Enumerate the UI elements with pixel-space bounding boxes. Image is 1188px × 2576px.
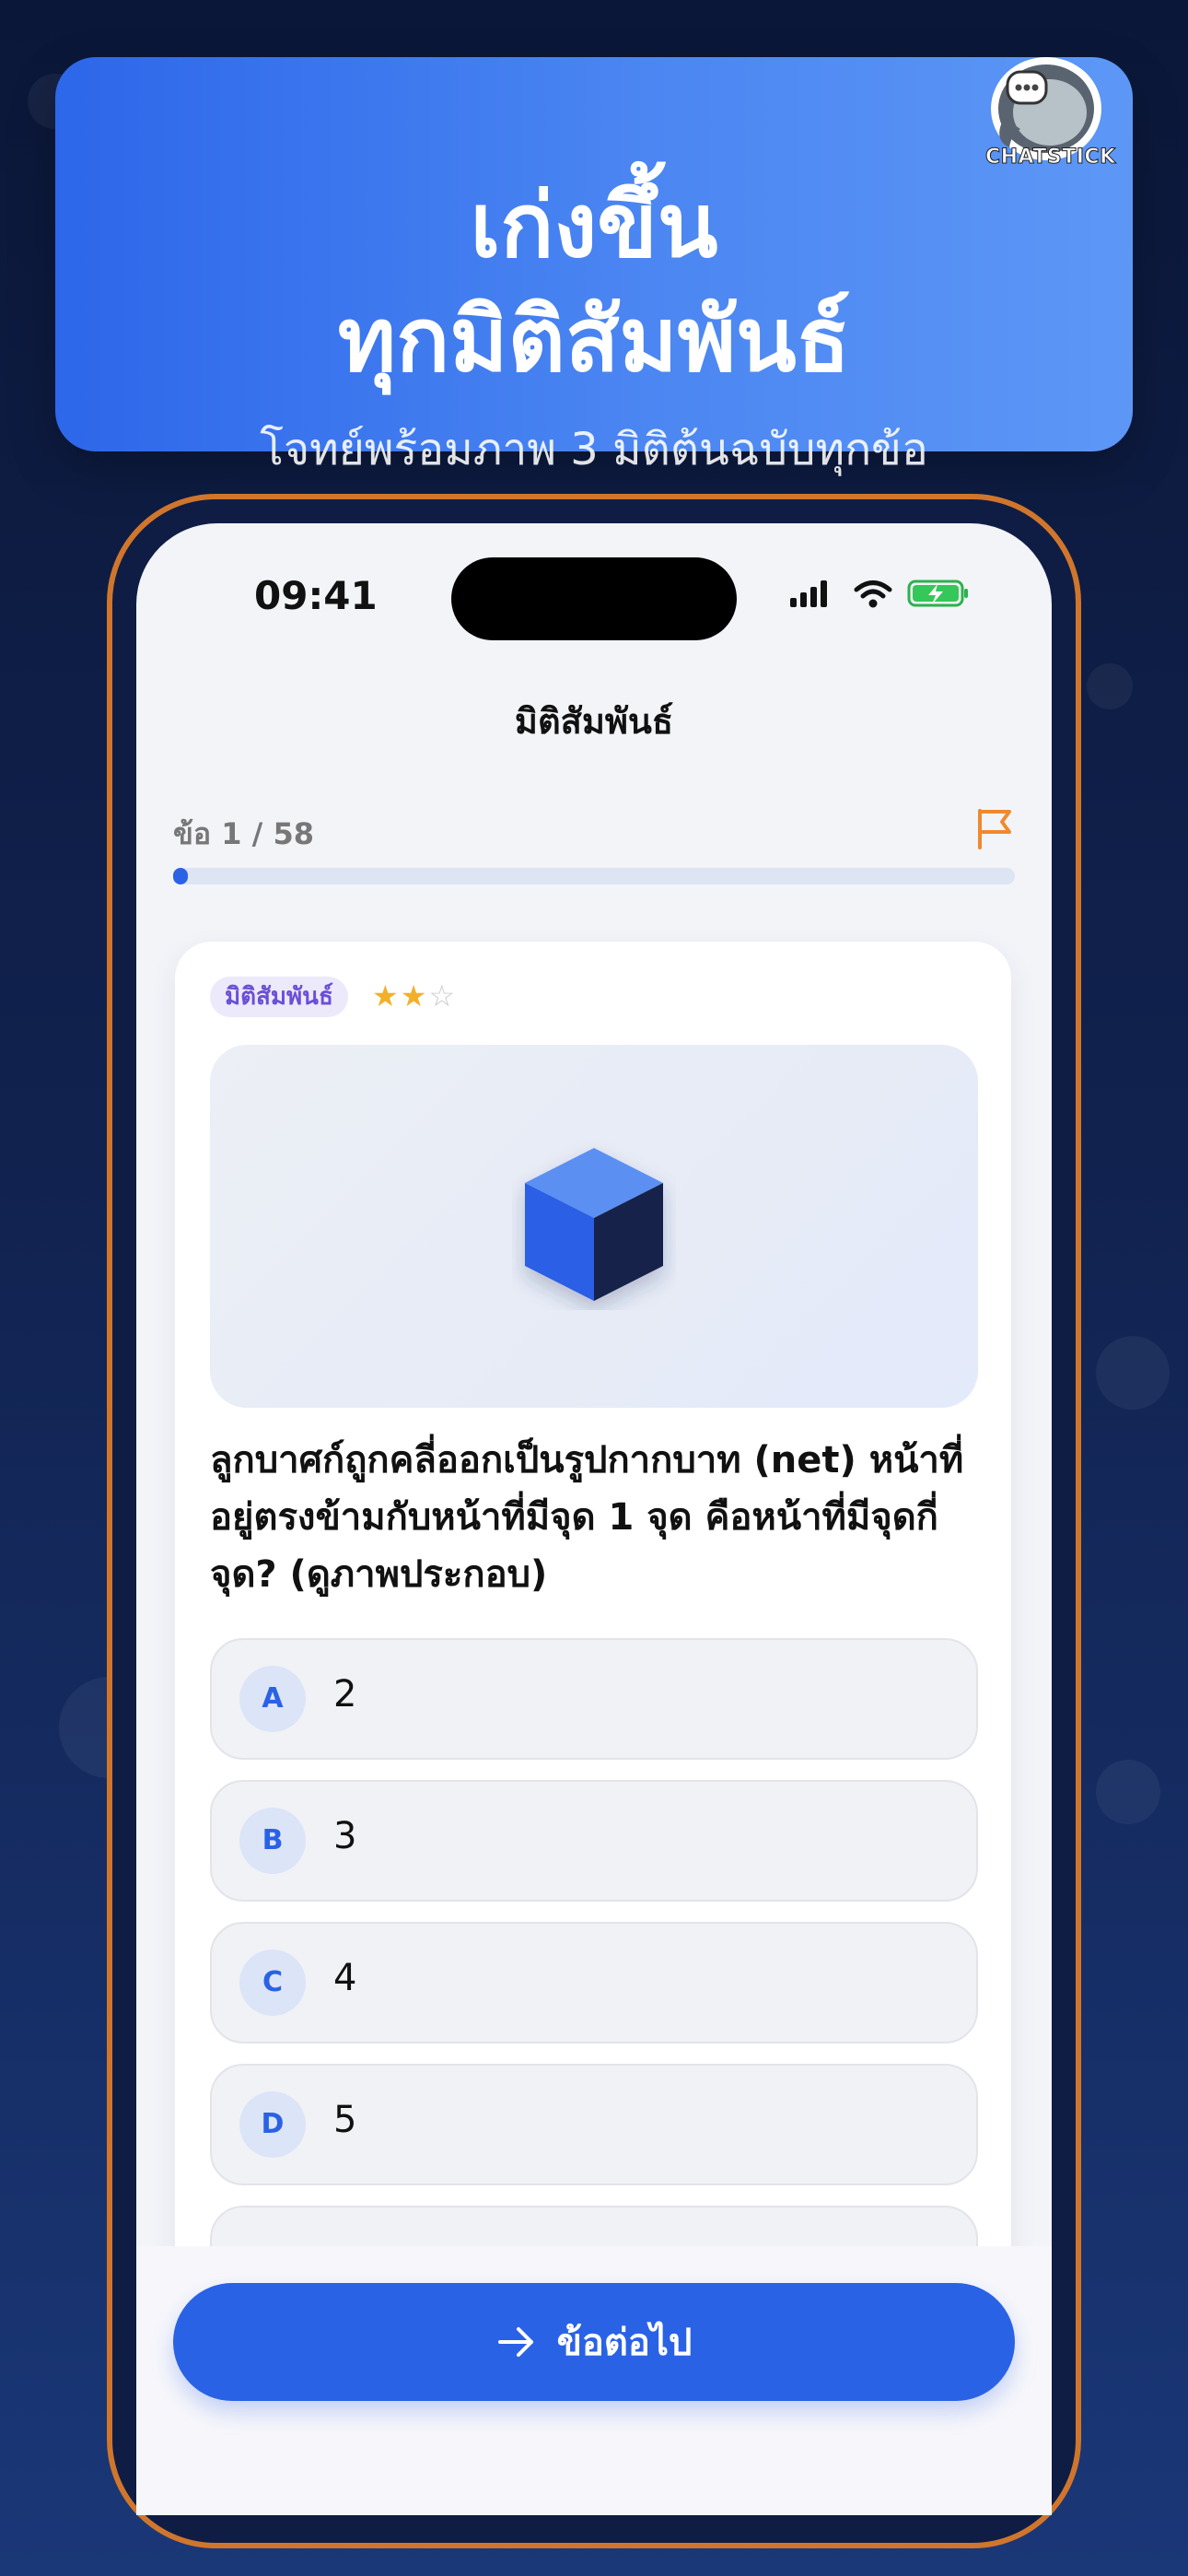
option-letter-badge: A <box>239 1666 306 1732</box>
banner-headline-line1: เก่งขึ้น <box>470 174 718 277</box>
screen-title: มิติสัมพันธ์ <box>514 701 674 742</box>
answer-option-c[interactable]: C 4 <box>210 1922 978 2043</box>
question-text: ลูกบาศก์ถูกคลี่ออกเป็นรูปกากบาท (net) หน… <box>210 1439 964 1596</box>
battery-charging-icon <box>907 580 968 607</box>
question-counter: ข้อ 1 / 58 <box>173 816 314 851</box>
logo-wordmark: CHATSTICK <box>985 146 1116 170</box>
star-filled-icon: ★ <box>372 978 401 1013</box>
option-letter-badge: C <box>239 1950 306 2016</box>
difficulty-stars: ★★☆ <box>372 978 457 1013</box>
option-text: 3 <box>333 1815 357 1857</box>
background-bokeh <box>1096 1336 1170 1410</box>
banner-subtitle: โจทย์พร้อมภาพ 3 มิติต้นฉบับทุกข้อ <box>260 424 928 475</box>
cube-icon <box>525 1148 663 1301</box>
star-empty-icon: ☆ <box>428 978 458 1013</box>
star-filled-icon: ★ <box>400 978 429 1013</box>
option-letter-badge: B <box>239 1808 306 1874</box>
banner-headline-line2: ทุกมิติสัมพันธ์ <box>337 288 851 392</box>
answer-option-d[interactable]: D 5 <box>210 2064 978 2185</box>
progress-bar <box>173 868 1015 884</box>
option-letter-badge: D <box>239 2091 306 2158</box>
answer-option-b[interactable]: B 3 <box>210 1780 978 1902</box>
option-text: 4 <box>333 1957 357 1999</box>
dynamic-island <box>451 557 737 640</box>
progress-bar-fill <box>173 868 189 884</box>
wifi-icon <box>854 580 892 608</box>
status-icons <box>790 580 968 608</box>
background-bokeh <box>1096 1760 1160 1824</box>
status-time: 09:41 <box>254 573 378 618</box>
answer-option-a[interactable]: A 2 <box>210 1638 978 1760</box>
signal-icon <box>790 580 827 607</box>
option-text: 5 <box>333 2099 357 2141</box>
category-tag: มิติสัมพันธ์ <box>210 977 348 1017</box>
option-text: 2 <box>333 1673 357 1715</box>
arrow-right-icon <box>497 2327 533 2357</box>
next-button-label: ข้อต่อไป <box>556 2322 693 2364</box>
flag-icon[interactable] <box>974 807 1015 851</box>
next-question-button[interactable]: ข้อต่อไป <box>173 2283 1015 2401</box>
promo-banner: เก่งขึ้น ทุกมิติสัมพันธ์ โจทย์พร้อมภาพ 3… <box>55 57 1133 475</box>
